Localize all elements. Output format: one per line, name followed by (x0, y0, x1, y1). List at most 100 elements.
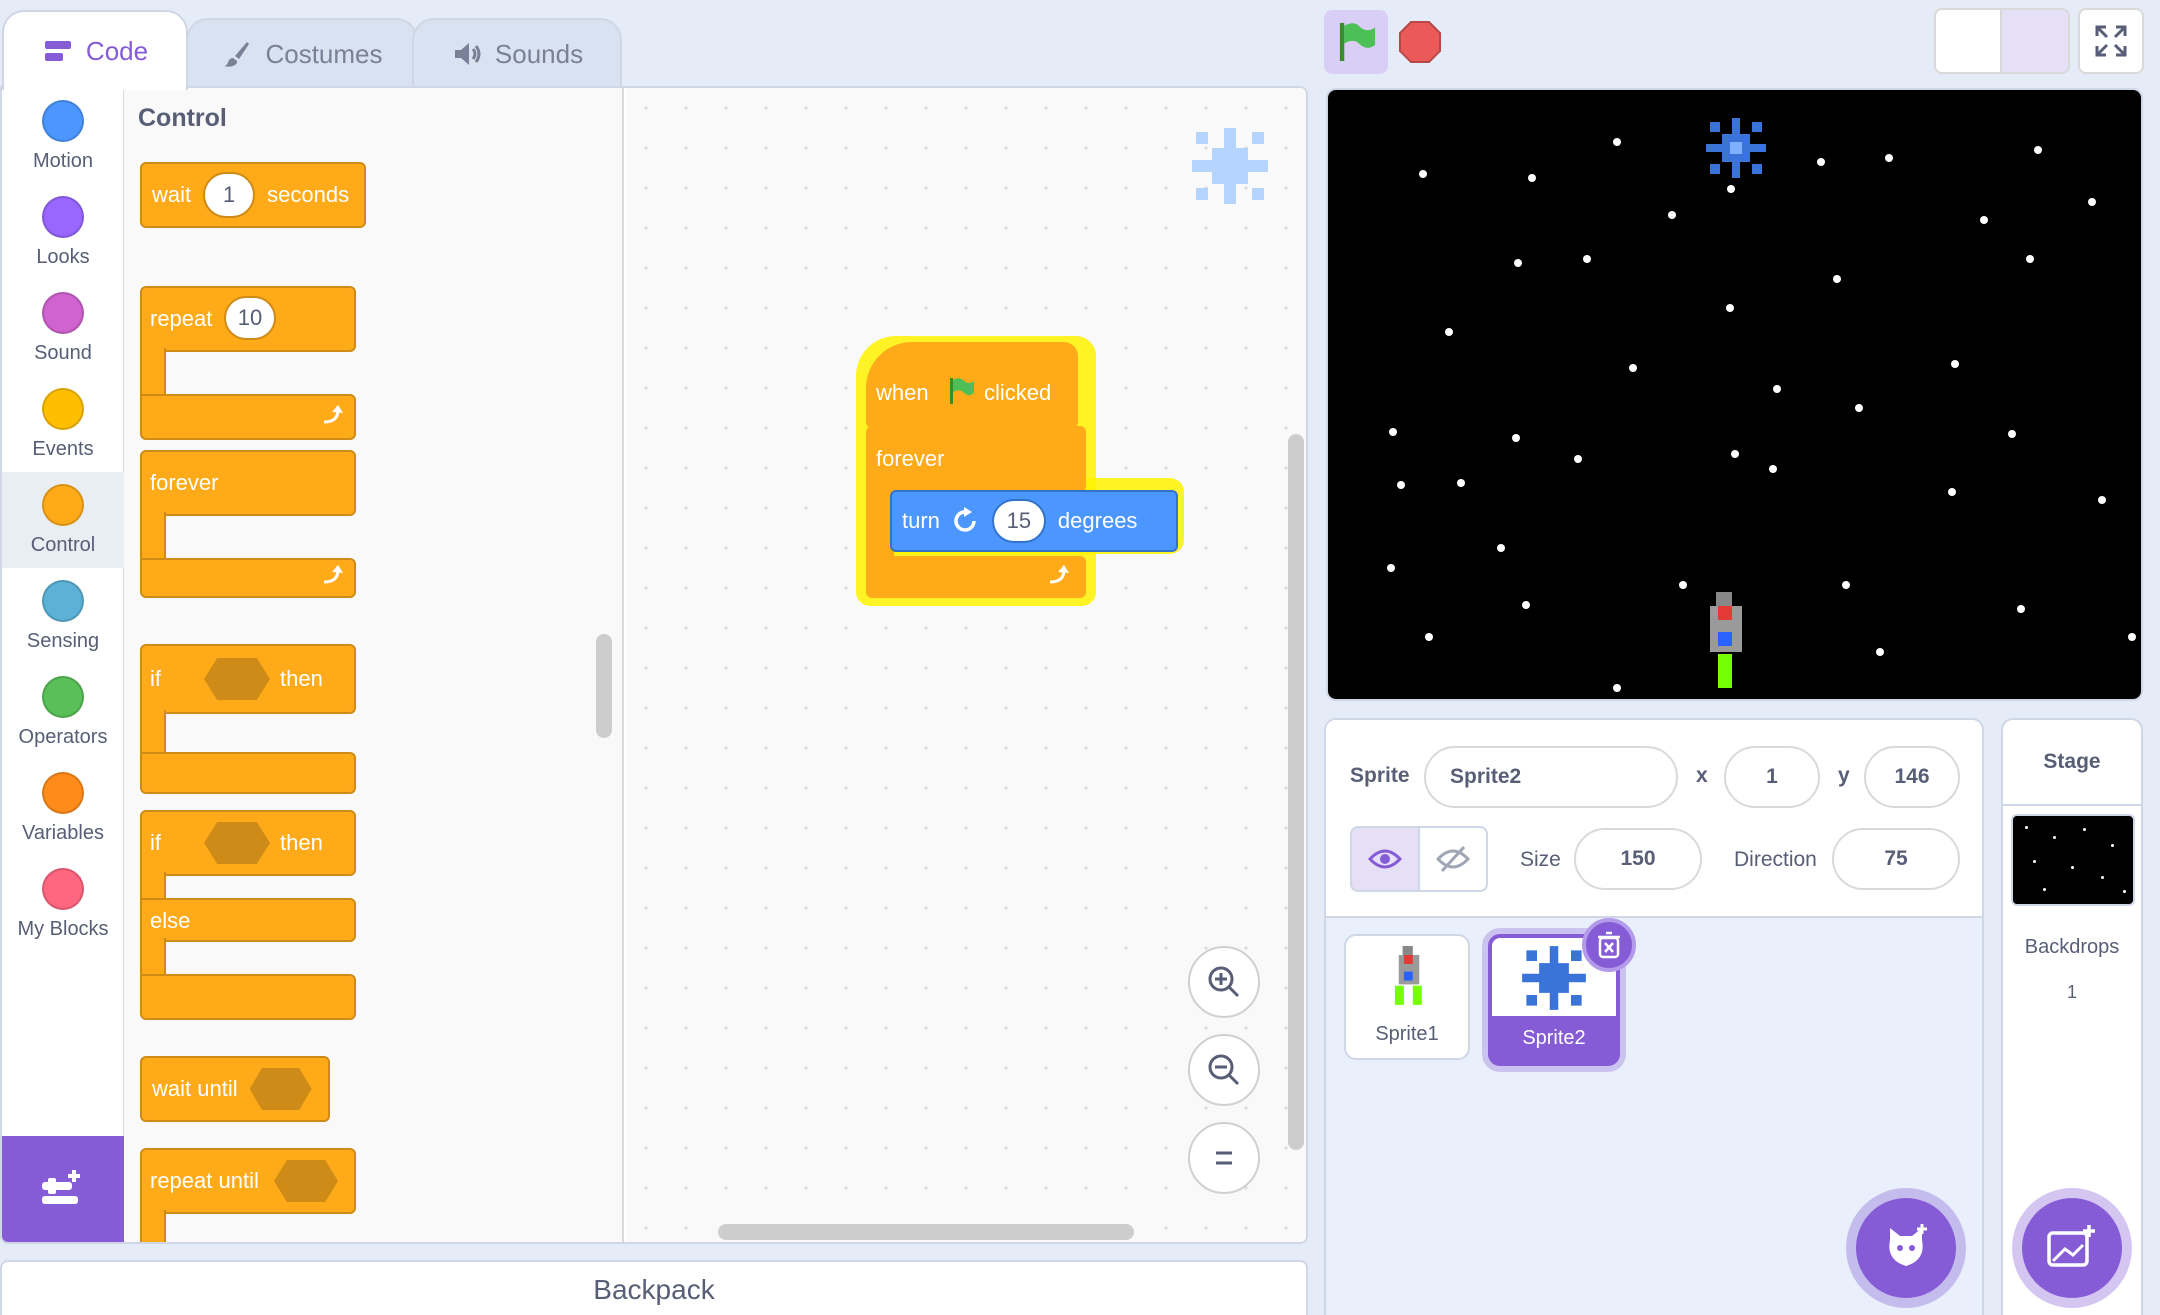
star (2025, 826, 2028, 829)
category-sensing[interactable]: Sensing (2, 568, 124, 664)
category-control[interactable]: Control (2, 472, 124, 568)
star (1948, 488, 1956, 496)
star (2034, 146, 2042, 154)
star (2101, 876, 2104, 879)
star (2008, 430, 2016, 438)
stage-header-divider (2003, 804, 2141, 806)
show-sprite-button[interactable] (1350, 826, 1420, 892)
turn-degrees-block[interactable]: turn 15 degrees (890, 490, 1178, 552)
script-vertical-scrollbar[interactable] (1288, 434, 1304, 1150)
script-horizontal-scrollbar[interactable] (718, 1224, 1134, 1240)
wait-until-block[interactable]: wait until (140, 1056, 330, 1122)
fullscreen-icon (2095, 25, 2127, 57)
wait-value-input[interactable]: 1 (203, 172, 256, 218)
rotate-right-icon (954, 507, 976, 532)
repeat-until-block-arm (140, 1210, 166, 1242)
y-input[interactable]: 146 (1864, 746, 1960, 808)
star (1842, 581, 1850, 589)
condition-slot[interactable] (204, 658, 270, 700)
green-flag-button[interactable] (1324, 10, 1388, 74)
fullscreen-button[interactable] (2078, 8, 2144, 74)
condition-slot[interactable] (204, 822, 270, 864)
rocket-icon (1394, 946, 1422, 1005)
star (1514, 259, 1522, 267)
star (1769, 465, 1777, 473)
wait-seconds-block[interactable]: wait 1 seconds (140, 162, 366, 228)
category-sound[interactable]: Sound (2, 280, 124, 376)
direction-input[interactable]: 75 (1832, 828, 1960, 890)
equals-icon (1216, 1151, 1232, 1165)
wait-label: wait (152, 182, 192, 207)
forever-label: forever (150, 470, 219, 495)
condition-slot[interactable] (274, 1160, 338, 1202)
sensing-dot-icon (42, 580, 84, 622)
sprite-thumbnail-sprite1[interactable]: Sprite1 (1344, 934, 1470, 1060)
forever-block-arm (140, 512, 166, 562)
star (1419, 170, 1427, 178)
green-flag-icon (950, 378, 974, 404)
size-input[interactable]: 150 (1574, 828, 1702, 890)
backdrops-label: Backdrops (2024, 936, 2120, 958)
if-then-else-block[interactable]: if then else (140, 810, 356, 1046)
turn-unit: degrees (1057, 508, 1138, 533)
stop-icon (1399, 21, 1441, 63)
star (2053, 836, 2056, 839)
zoom-out-button[interactable] (1188, 1034, 1260, 1106)
star (1951, 360, 1959, 368)
then-label: then (280, 830, 323, 855)
forever-block[interactable]: forever (140, 450, 356, 598)
category-motion[interactable]: Motion (2, 88, 124, 184)
palette-heading: Control (138, 104, 227, 132)
star (2017, 605, 2025, 613)
speaker-icon (454, 43, 481, 65)
star (1574, 455, 1582, 463)
tab-code-label: Code (85, 35, 149, 66)
zoom-in-button[interactable] (1188, 946, 1260, 1018)
choose-backdrop-button[interactable] (2022, 1198, 2122, 1298)
sprite1-name: Sprite1 (1375, 1023, 1439, 1045)
if-then-block[interactable]: if then (140, 644, 356, 794)
x-input[interactable]: 1 (1724, 746, 1820, 808)
zoom-out-icon (1208, 1054, 1240, 1086)
backdrop-thumbnail[interactable] (2011, 814, 2135, 906)
sprite-thumbnail-sprite2[interactable]: Sprite2 (1488, 918, 1636, 1066)
repeat-until-label: repeat until (150, 1168, 259, 1193)
star (2026, 255, 2034, 263)
stop-button[interactable] (1396, 18, 1444, 66)
size-label: Size (1520, 848, 1561, 871)
choose-sprite-button[interactable] (1856, 1198, 1956, 1298)
backdrop-add-icon (2047, 1225, 2095, 1267)
category-variables[interactable]: Variables (2, 760, 124, 856)
star (1773, 385, 1781, 393)
delete-sprite-button[interactable] (1582, 918, 1636, 972)
repeat-block[interactable]: repeat 10 (140, 286, 356, 440)
eye-slash-icon (1436, 845, 1470, 873)
category-events[interactable]: Events (2, 376, 124, 472)
green-flag-script[interactable]: when clicked forever turn 15 degrees (856, 336, 1184, 612)
backpack[interactable]: Backpack (0, 1260, 1308, 1315)
sprite-info: Sprite Sprite2 x 1 y 146 Size 150 Direct… (1326, 720, 1982, 918)
code-area: Motion Looks Sound Events Control Sensin… (0, 86, 1308, 1244)
add-extension-button[interactable] (2, 1136, 124, 1242)
tab-sounds[interactable]: Sounds (412, 18, 622, 88)
category-my-blocks[interactable]: My Blocks (2, 856, 124, 952)
small-stage-button[interactable] (1934, 8, 2002, 74)
turn-value-input[interactable]: 15 (991, 499, 1046, 543)
hide-sprite-button[interactable] (1418, 826, 1488, 892)
sprite-preview-icon (1192, 128, 1268, 204)
stage-canvas[interactable] (1326, 88, 2143, 701)
category-operators[interactable]: Operators (2, 664, 124, 760)
script-area[interactable]: when clicked forever turn 15 degrees (626, 88, 1306, 1242)
then-label: then (280, 666, 323, 691)
palette-scrollbar[interactable] (596, 634, 612, 738)
normal-stage-button[interactable] (2000, 8, 2070, 74)
repeat-value-input[interactable]: 10 (224, 296, 276, 340)
tab-costumes[interactable]: Costumes (186, 18, 418, 88)
category-looks[interactable]: Looks (2, 184, 124, 280)
condition-slot[interactable] (249, 1068, 312, 1110)
repeat-until-block[interactable]: repeat until (140, 1148, 356, 1242)
motion-dot-icon (42, 100, 84, 142)
zoom-reset-button[interactable] (1188, 1122, 1260, 1194)
tab-code[interactable]: Code (2, 10, 188, 90)
sprite-name-input[interactable]: Sprite2 (1424, 746, 1678, 808)
